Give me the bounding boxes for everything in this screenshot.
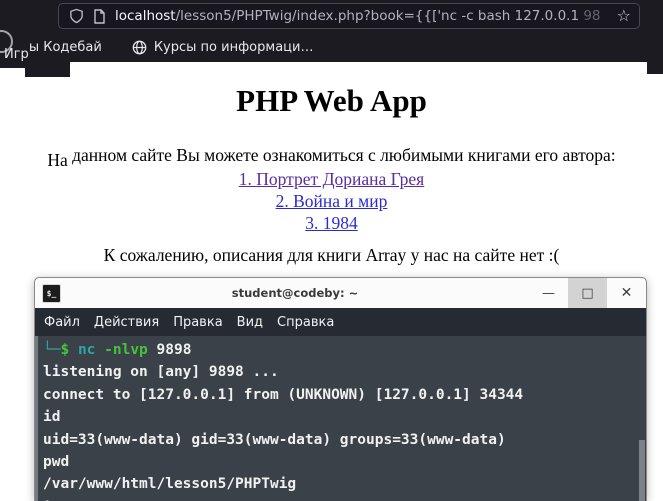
menu-item[interactable]: Правка bbox=[166, 315, 229, 330]
book-links: 1. Портрет Дориана Грея 2. Война и мир 3. … bbox=[0, 168, 663, 234]
bookmark-star-icon[interactable]: ☆ bbox=[617, 8, 631, 24]
url-bar[interactable]: localhost/lesson5/PHPTwig/index.php?book… bbox=[58, 3, 640, 29]
not-found-text: К сожалению, описания для книги Array у … bbox=[103, 245, 560, 265]
menu-item[interactable]: Файл bbox=[37, 315, 87, 330]
terminal-lines: └─$ nc -nlvp 9898 listening on [any] 9898… bbox=[43, 339, 646, 501]
terminal-line: connect to [127.0.0.1] from (UNKNOWN) [1… bbox=[43, 386, 524, 403]
terminal-line: └─$ nc -nlvp 9898 bbox=[43, 342, 192, 358]
terminal-line: /var/www/html/lesson5/PHPTwig bbox=[43, 476, 297, 493]
terminal-icon: $_ bbox=[42, 283, 61, 303]
url-domain: localhost bbox=[115, 8, 176, 24]
browser-toolbar: localhost/lesson5/PHPTwig/index.php?book… bbox=[0, 0, 663, 53]
close-button[interactable]: ✕ bbox=[607, 278, 646, 308]
bookmark-label: Курсы по информаци… bbox=[153, 39, 314, 55]
terminal-window: $_ student@codeby: ~ — □ ✕ Файл Действия П… bbox=[35, 278, 646, 501]
terminal-title: student@codeby: ~ bbox=[231, 286, 359, 300]
terminal-output[interactable]: └─$ nc -nlvp 9898 listening on [any] 9898… bbox=[35, 336, 646, 501]
shield-icon[interactable] bbox=[69, 8, 84, 24]
terminal-scrollbar[interactable] bbox=[639, 440, 645, 501]
url-path-truncated: 98 bbox=[583, 8, 601, 24]
url-text[interactable]: localhost/lesson5/PHPTwig/index.php?book… bbox=[115, 8, 611, 24]
book-link[interactable]: 2. Война и мир bbox=[0, 190, 663, 212]
bookmark-label-part: ы Кодебай bbox=[28, 39, 102, 55]
book-link[interactable]: 1. Портрет Дориана Грея bbox=[0, 168, 663, 190]
bookmark-item-courses[interactable]: Курсы по информаци… bbox=[132, 39, 314, 55]
intro-text: На данном сайте Вы можете ознакомиться с… bbox=[0, 145, 663, 170]
page-title: PHP Web App bbox=[236, 83, 427, 118]
menu-item[interactable]: Справка bbox=[270, 315, 341, 330]
terminal-icon-glyph: $_ bbox=[46, 288, 57, 298]
page-icon[interactable] bbox=[93, 8, 106, 24]
terminal-menubar: Файл Действия Правка Вид Справка bbox=[35, 308, 646, 336]
terminal-line: listening on [any] 9898 ... bbox=[43, 364, 279, 381]
terminal-line: ^c bbox=[43, 496, 646, 501]
window-buttons: — □ ✕ bbox=[529, 278, 646, 308]
terminal-line: id bbox=[43, 409, 61, 426]
terminal-line: pwd bbox=[43, 454, 70, 471]
intro-text-part: На bbox=[47, 150, 68, 170]
bookmark-label-part: Игр bbox=[4, 46, 29, 62]
menu-item[interactable]: Вид bbox=[230, 315, 270, 330]
globe-icon bbox=[132, 40, 147, 55]
minimize-button[interactable]: — bbox=[529, 278, 568, 308]
maximize-button[interactable]: □ bbox=[568, 278, 607, 308]
book-link[interactable]: 3. 1984 bbox=[0, 212, 663, 234]
browser-chrome: localhost/lesson5/PHPTwig/index.php?book… bbox=[0, 0, 663, 62]
bookmarks-bar: Игр ы Кодебай Курсы по информаци… bbox=[0, 32, 663, 62]
bookmark-item-codeby-games[interactable]: Игр ы Кодебай bbox=[4, 39, 102, 62]
web-page: PHP Web App На данном сайте Вы можете оз… bbox=[0, 62, 663, 284]
terminal-line: uid=33(www-data) gid=33(www-data) groups… bbox=[43, 431, 506, 448]
terminal-titlebar[interactable]: $_ student@codeby: ~ — □ ✕ bbox=[35, 278, 646, 308]
intro-text-part: данном сайте Вы можете ознакомиться с лю… bbox=[67, 145, 616, 165]
url-path: /lesson5/PHPTwig/index.php?book={{['nc -… bbox=[175, 8, 584, 24]
menu-item[interactable]: Действия bbox=[87, 315, 166, 330]
